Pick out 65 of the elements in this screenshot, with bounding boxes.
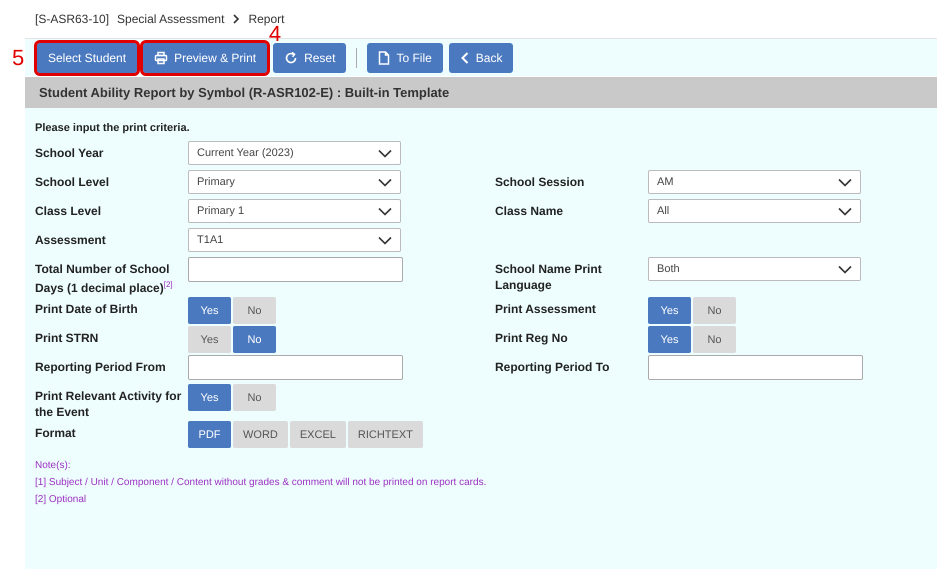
field-label: Format [35,425,77,441]
toggle-option[interactable]: No [233,384,276,411]
chevron-right-icon [232,14,240,24]
breadcrumb-code: [S-ASR63-10] [35,12,110,26]
toggle-option[interactable]: Yes [188,297,231,324]
field-label: Total Number of School Days (1 decimal place)$^{[2]}$ [35,261,174,296]
toggle-option[interactable]: No [233,297,276,324]
annotation-number: 5 [12,46,24,68]
toggle-option[interactable]: No [693,297,736,324]
field-label: Print Relevant Activity for the Event [35,388,182,420]
field-label: Assessment [35,232,107,248]
toolbar-button[interactable]: Reset [273,42,346,72]
toggle-option[interactable]: WORD [233,421,288,448]
note-text: [2] Optional [35,493,88,507]
field-label: School Year [35,145,104,161]
field-label: Print Assessment [495,301,597,317]
toolbar-button[interactable]: To File [367,42,443,72]
toolbar-button[interactable]: Preview & Print [143,42,268,72]
input-field[interactable] [188,257,403,282]
input-field[interactable] [188,355,403,380]
chevron-left-icon [460,50,470,64]
field-label: Print Reg No [495,330,569,346]
toolbar-button[interactable]: Select Student [37,42,138,72]
field-label: Reporting Period To [495,359,610,375]
field-label: Print Date of Birth [35,301,139,317]
field-label: School Session [495,174,586,190]
field-label: Reporting Period From [35,359,167,375]
file-icon [378,50,390,64]
dropdown[interactable]: T1A1 [188,228,401,252]
note-text: [1] Subject / Unit / Component / Content without grades & comment will not be printed on report cards. [35,476,488,490]
toggle-option[interactable]: Yes [188,384,231,411]
toggle-option[interactable]: PDF [188,421,231,448]
toggle-option[interactable]: Yes [648,297,691,324]
instruction-text: Please input the print criteria. [35,122,191,134]
toggle-option[interactable]: No [693,326,736,353]
note-text: Note(s): [35,459,72,473]
field-label: Print STRN [35,330,100,346]
dropdown[interactable]: Primary 1 [188,199,401,223]
toggle-option[interactable]: Yes [648,326,691,353]
chevron-down-icon [838,178,852,186]
toolbar-button[interactable]: Back [448,42,514,72]
dropdown[interactable]: AM [648,170,861,194]
chevron-down-icon [378,178,392,186]
toggle-option[interactable]: Yes [188,326,231,353]
field-label: Class Name [495,203,564,219]
dropdown[interactable]: Both [648,257,861,281]
chevron-down-icon [378,236,392,244]
dropdown[interactable]: Primary [188,170,401,194]
field-label: School Level [35,174,110,190]
chevron-down-icon [838,264,852,274]
field-label: Class Level [35,203,102,219]
dropdown[interactable]: Current Year (2023) [188,141,401,165]
toggle-option[interactable]: RICHTEXT [348,421,423,448]
field-label: School Name Print Language [495,261,603,293]
input-field[interactable] [648,355,863,380]
reset-icon [284,50,298,64]
toggle-option[interactable]: No [233,326,276,353]
chevron-down-icon [378,206,392,216]
printer-icon [154,50,168,64]
toggle-option[interactable]: EXCEL [290,421,346,448]
chevron-down-icon [378,148,392,158]
dropdown[interactable]: All [648,199,861,223]
panel-title: Student Ability Report by Symbol (R-ASR102-E) : Built-in Template [25,77,937,108]
breadcrumb-item[interactable]: Special Assessment [117,12,224,26]
chevron-down-icon [838,206,852,216]
